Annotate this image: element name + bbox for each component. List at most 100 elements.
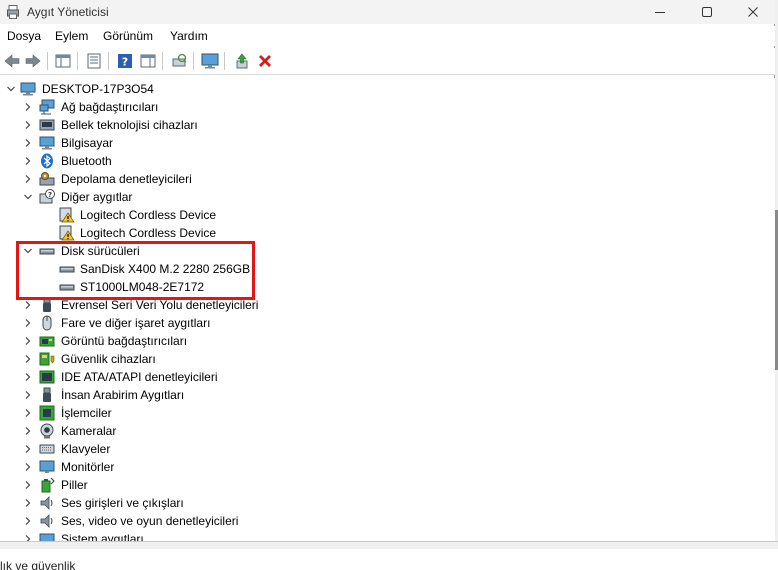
tree-item-islemciler[interactable]: İşlemciler — [0, 404, 775, 422]
tree-item-bluetooth[interactable]: Bluetooth — [0, 152, 775, 170]
tree-item-insan-arabirim[interactable]: İnsan Arabirim Aygıtları — [0, 386, 775, 404]
chevron-right-icon[interactable] — [22, 173, 34, 185]
chevron-right-icon[interactable] — [22, 515, 34, 527]
tree-item-goruntu-bagdastiricilari[interactable]: Görüntü bağdaştırıcıları — [0, 332, 775, 350]
tree-label: Görüntü bağdaştırıcıları — [61, 334, 188, 348]
tree-item-kameralar[interactable]: Kameralar — [0, 422, 775, 440]
chevron-right-icon[interactable] — [22, 299, 34, 311]
tree-root[interactable]: DESKTOP-17P3O54 — [0, 80, 775, 98]
title-bar[interactable]: Aygıt Yöneticisi — [0, 0, 775, 24]
chevron-right-icon[interactable] — [22, 317, 34, 329]
tree-label: Ağ bağdaştırıcıları — [61, 100, 159, 114]
scan-hardware-button[interactable] — [169, 51, 189, 71]
unknown-device-icon: ? — [39, 189, 55, 204]
menu-dosya[interactable]: Dosya — [7, 29, 41, 43]
tree-item-sistem-aygitlari[interactable]: Sistem aygıtları — [0, 530, 775, 541]
tree-label: Monitörler — [61, 460, 115, 474]
tree-item-fare[interactable]: Fare ve diğer işaret aygıtları — [0, 314, 775, 332]
chevron-right-icon[interactable] — [22, 119, 34, 131]
chevron-right-icon[interactable] — [22, 389, 34, 401]
warning-device-icon — [59, 207, 75, 223]
maximize-button[interactable] — [684, 0, 730, 24]
tree-label: Bellek teknolojisi cihazları — [61, 118, 198, 132]
tree-item-ses-girisleri[interactable]: Ses girişleri ve çıkışları — [0, 494, 775, 512]
toolbar-separator — [77, 52, 78, 70]
chevron-right-icon[interactable] — [22, 497, 34, 509]
chevron-right-icon[interactable] — [22, 353, 34, 365]
audio-io-icon — [40, 496, 53, 510]
battery-icon — [41, 477, 55, 493]
tree-item-monitorler[interactable]: Monitörler — [0, 458, 775, 476]
device-manager-window: Aygıt Yöneticisi Dosya Eylem Görünüm Yar… — [0, 0, 775, 541]
scan-hardware-icon — [172, 53, 187, 67]
hid-icon — [43, 387, 51, 402]
chevron-right-icon[interactable] — [22, 407, 34, 419]
tree-item-piller[interactable]: Piller — [0, 476, 775, 494]
chevron-right-icon[interactable] — [22, 479, 34, 491]
tree-child-logitech-2[interactable]: Logitech Cordless Device — [0, 224, 775, 242]
toolbar-separator — [193, 52, 194, 70]
tree-item-diger-aygitlar[interactable]: ? Diğer aygıtlar — [0, 188, 775, 206]
update-driver-button[interactable] — [232, 51, 252, 71]
toolbar: ? — [0, 48, 775, 75]
forward-button[interactable] — [23, 51, 43, 71]
tree-item-depolama-denetleyicileri[interactable]: Depolama denetleyicileri — [0, 170, 775, 188]
security-device-icon — [39, 352, 55, 366]
tree-item-klavyeler[interactable]: Klavyeler — [0, 440, 775, 458]
uninstall-device-button[interactable] — [255, 51, 275, 71]
toolbar-separator — [162, 52, 163, 70]
tree-label: Logitech Cordless Device — [80, 226, 217, 240]
tree-item-bellek-teknolojisi[interactable]: Bellek teknolojisi cihazları — [0, 116, 775, 134]
chevron-right-icon[interactable] — [22, 461, 34, 473]
tree-item-bilgisayar[interactable]: Bilgisayar — [0, 134, 775, 152]
properties-button[interactable] — [84, 51, 104, 71]
system-devices-icon — [39, 533, 55, 541]
minimize-icon — [655, 12, 665, 13]
chevron-right-icon[interactable] — [22, 425, 34, 437]
svg-text:?: ? — [48, 191, 52, 199]
chevron-down-icon[interactable] — [5, 83, 17, 95]
background-window-text: lık ve güvenlik — [0, 559, 76, 570]
tree-label: Piller — [61, 478, 88, 492]
chevron-right-icon[interactable] — [22, 101, 34, 113]
network-adapter-icon — [39, 99, 55, 115]
chevron-down-icon[interactable] — [22, 191, 34, 203]
close-button[interactable] — [730, 0, 776, 24]
menu-yardim[interactable]: Yardım — [170, 29, 208, 43]
tree-item-ide-ata[interactable]: IDE ATA/ATAPI denetleyicileri — [0, 368, 775, 386]
action-pane-button[interactable] — [138, 51, 158, 71]
sound-video-icon — [40, 514, 53, 528]
forward-arrow-icon — [25, 54, 41, 68]
ide-controller-icon — [39, 370, 55, 384]
tree-label: İşlemciler — [61, 406, 112, 420]
chevron-right-icon[interactable] — [22, 155, 34, 167]
horizontal-scrollbar[interactable] — [0, 541, 778, 549]
computer-icon — [39, 136, 55, 150]
tree-label: Logitech Cordless Device — [80, 208, 217, 222]
minimize-button[interactable] — [637, 0, 683, 24]
back-button[interactable] — [2, 51, 22, 71]
printer-app-icon — [7, 5, 19, 19]
window-title: Aygıt Yöneticisi — [27, 5, 109, 19]
tree-label: Fare ve diğer işaret aygıtları — [61, 316, 211, 330]
monitor-button[interactable] — [200, 51, 220, 71]
menu-eylem[interactable]: Eylem — [55, 29, 88, 43]
show-hide-tree-button[interactable] — [53, 51, 73, 71]
tree-item-ses-video-oyun[interactable]: Ses, video ve oyun denetleyicileri — [0, 512, 775, 530]
chevron-right-icon[interactable] — [22, 533, 34, 541]
svg-text:?: ? — [122, 56, 128, 69]
tree-item-guvenlik-cihazlari[interactable]: Güvenlik cihazları — [0, 350, 775, 368]
chevron-right-icon[interactable] — [22, 443, 34, 455]
help-button[interactable]: ? — [115, 51, 135, 71]
chevron-right-icon[interactable] — [22, 137, 34, 149]
memory-tech-icon — [39, 119, 55, 131]
chevron-right-icon[interactable] — [22, 371, 34, 383]
tree-item-ag-bagdastiricilari[interactable]: Ağ bağdaştırıcıları — [0, 98, 775, 116]
tree-child-logitech-1[interactable]: Logitech Cordless Device — [0, 206, 775, 224]
tree-label: İnsan Arabirim Aygıtları — [61, 388, 185, 402]
tree-label: Klavyeler — [61, 442, 111, 456]
display-adapter-icon — [39, 336, 55, 347]
menu-gorunum[interactable]: Görünüm — [103, 29, 153, 43]
toolbar-separator — [224, 52, 225, 70]
chevron-right-icon[interactable] — [22, 335, 34, 347]
